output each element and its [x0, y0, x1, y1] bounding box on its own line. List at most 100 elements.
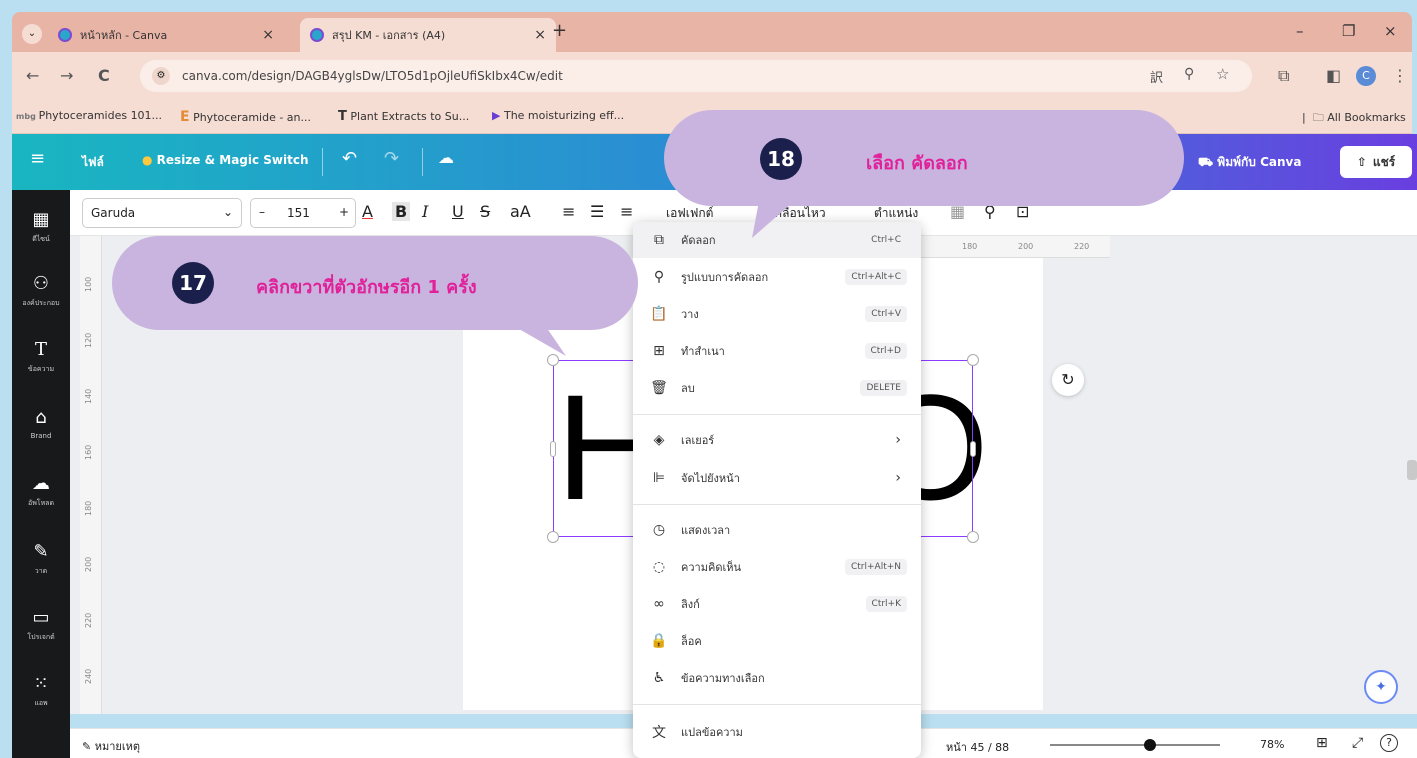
resize-handle[interactable] — [547, 531, 559, 543]
menu-item-layers[interactable]: ◈ เลเยอร์ › — [633, 422, 921, 458]
translate-page-icon[interactable]: 訳 — [1150, 67, 1163, 86]
zoom-level[interactable]: 78% — [1260, 738, 1284, 751]
menu-item-paste[interactable]: 📋 วาง Ctrl+V — [633, 296, 921, 332]
sidebar-item-projects[interactable]: ▭ โปรเจกต์ — [12, 608, 70, 643]
undo-icon[interactable]: ↶ — [342, 148, 357, 169]
side-panel-icon[interactable]: ◧ — [1326, 66, 1341, 85]
notes-button[interactable]: ✎ หมายเหตุ — [82, 737, 140, 755]
back-icon[interactable]: ← — [26, 66, 39, 85]
fullscreen-icon[interactable]: ⤢ — [1352, 735, 1363, 751]
menu-item-align-to-page[interactable]: ⊫ จัดไปยังหน้า › — [633, 460, 921, 496]
side-handle[interactable] — [550, 441, 556, 457]
spacing-icon[interactable]: ≡ — [620, 202, 633, 221]
paint-format-icon: ⚲ — [653, 269, 665, 285]
cloud-saved-icon[interactable]: ☁ — [438, 148, 454, 167]
translate-icon: 文 — [652, 725, 666, 741]
tab-close-icon[interactable]: × — [262, 27, 274, 43]
menu-item-comment[interactable]: ◌ ความคิดเห็น Ctrl+Alt+N — [633, 549, 921, 585]
url-text: canva.com/design/DAGB4yglsDw/LTO5d1pOjle… — [182, 69, 563, 83]
extensions-icon[interactable]: ⧉ — [1278, 66, 1289, 86]
increase-size-button[interactable]: + — [339, 205, 349, 219]
sidebar-item-draw[interactable]: ✎ วาด — [12, 542, 70, 577]
menu-item-show-timing[interactable]: ◷ แสดงเวลา — [633, 512, 921, 548]
browser-tab-active[interactable]: สรุป KM - เอกสาร (A4) × — [300, 18, 556, 52]
menu-item-duplicate[interactable]: ⊞ ทำสำเนา Ctrl+D — [633, 333, 921, 369]
menu-item-translate[interactable]: 文 แปลข้อความ — [633, 714, 921, 750]
tab-search-icon[interactable]: ⌄ — [22, 24, 42, 44]
menu-item-alt-text[interactable]: ♿ ข้อความทางเลือก — [633, 660, 921, 696]
menu-item-lock[interactable]: 🔒 ล็อค — [633, 623, 921, 659]
zoom-slider-thumb[interactable] — [1144, 739, 1156, 751]
zoom-slider-track[interactable] — [1050, 744, 1220, 746]
font-selector[interactable]: Garuda ⌄ — [82, 198, 242, 228]
align-icon[interactable]: ≡ — [562, 202, 575, 221]
menu-item-link[interactable]: ∞ ลิงก์ Ctrl+K — [633, 586, 921, 622]
resize-handle[interactable] — [967, 531, 979, 543]
tab-close-icon[interactable]: × — [534, 27, 546, 43]
underline-icon[interactable]: U — [452, 202, 464, 221]
rotate-icon[interactable]: ↻ — [1052, 364, 1084, 396]
menu-item-copy[interactable]: ⧉ คัดลอก Ctrl+C — [633, 222, 921, 258]
resize-handle[interactable] — [547, 354, 559, 366]
all-bookmarks[interactable]: | 🗀 All Bookmarks — [1302, 109, 1406, 128]
accessibility-icon: ♿ — [652, 670, 666, 686]
resize-handle[interactable] — [967, 354, 979, 366]
url-bar[interactable]: ⚙ canva.com/design/DAGB4yglsDw/LTO5d1pOj… — [140, 60, 1252, 92]
sidebar-item-text[interactable]: T ข้อความ — [12, 340, 70, 375]
redo-icon[interactable]: ↷ — [384, 148, 399, 169]
effects-button[interactable]: เอฟเฟกต์ — [666, 204, 713, 223]
shortcut-label: DELETE — [860, 380, 907, 396]
print-with-canva-button[interactable]: ⛟ พิมพ์กับ Canva — [1198, 153, 1301, 172]
page-indicator[interactable]: หน้า 45 / 88 — [946, 738, 1009, 756]
font-size-input[interactable]: 151 — [287, 206, 310, 220]
list-icon[interactable]: ☰ — [590, 202, 604, 221]
resize-magic-switch-button[interactable]: ● Resize & Magic Switch — [142, 153, 309, 167]
restore-button[interactable]: ❐ — [1342, 22, 1355, 40]
sidebar-item-design[interactable]: ▦ ดีไซน์ — [12, 210, 70, 245]
letter-case-icon[interactable]: aA — [510, 202, 531, 221]
site-info-icon[interactable]: ⚙ — [152, 67, 170, 85]
reload-icon[interactable]: C — [98, 66, 110, 85]
menu-kebab-icon[interactable]: ⋮ — [1392, 66, 1408, 85]
sidebar-item-uploads[interactable]: ☁ อัพโหลด — [12, 474, 70, 509]
text-color-icon[interactable]: A — [362, 202, 373, 221]
elements-icon: ⚇ — [32, 273, 50, 294]
hamburger-menu-icon[interactable]: ≡ — [30, 148, 45, 169]
browser-tab-strip: ⌄ หน้าหลัก - Canva × สรุป KM - เอกสาร (A… — [12, 12, 1412, 52]
step-badge-17: 17 — [172, 262, 214, 304]
decrease-size-button[interactable]: – — [259, 205, 265, 219]
scroll-handle[interactable] — [1407, 460, 1417, 480]
bookmark-item[interactable]: E Phytoceramide - an... — [180, 109, 311, 125]
tab-title: สรุป KM - เอกสาร (A4) — [332, 29, 446, 42]
sidebar-item-apps[interactable]: ⁙ แอพ — [12, 674, 70, 709]
grid-view-icon[interactable]: ⊞ — [1316, 735, 1328, 751]
font-size-stepper[interactable]: – 151 + — [250, 198, 356, 228]
profile-avatar[interactable]: C — [1356, 66, 1376, 86]
minimize-button[interactable]: – — [1296, 22, 1304, 40]
close-window-button[interactable]: × — [1384, 22, 1397, 40]
magic-assistant-icon[interactable]: ✦ — [1364, 670, 1398, 704]
sidebar-item-elements[interactable]: ⚇ องค์ประกอบ — [12, 274, 70, 309]
browser-tab-home[interactable]: หน้าหลัก - Canva × — [48, 18, 284, 52]
side-handle[interactable] — [970, 441, 976, 457]
menu-item-copy-style[interactable]: ⚲ รูปแบบการคัดลอก Ctrl+Alt+C — [633, 259, 921, 295]
italic-icon[interactable]: I — [422, 202, 428, 221]
share-button[interactable]: ⇧ แชร์ — [1340, 146, 1412, 178]
bookmark-item[interactable]: mbg Phytoceramides 101... — [16, 109, 162, 122]
address-bar-row: ← → C ⚙ canva.com/design/DAGB4yglsDw/LTO… — [12, 52, 1412, 100]
sidebar-item-brand[interactable]: ⌂ Brand — [12, 408, 70, 441]
strikethrough-icon[interactable]: S — [480, 202, 490, 221]
animate-button[interactable]: เคลื่อนไหว — [770, 204, 826, 223]
menu-item-delete[interactable]: 🗑 ลบ DELETE — [633, 370, 921, 406]
bookmark-item[interactable]: T Plant Extracts to Su... — [338, 109, 469, 124]
bookmark-star-icon[interactable]: ☆ — [1216, 65, 1229, 83]
bookmark-item[interactable]: ▶ The moisturizing eff... — [492, 109, 624, 122]
new-tab-button[interactable]: + — [552, 20, 567, 41]
help-icon[interactable]: ? — [1380, 734, 1398, 752]
bold-icon[interactable]: B — [392, 202, 411, 221]
file-menu[interactable]: ไฟล์ — [82, 153, 104, 172]
shortcut-label: Ctrl+V — [865, 306, 907, 322]
zoom-icon[interactable]: ⚲ — [1184, 66, 1194, 82]
position-button[interactable]: ตำแหน่ง — [874, 204, 918, 223]
forward-icon[interactable]: → — [60, 66, 73, 85]
